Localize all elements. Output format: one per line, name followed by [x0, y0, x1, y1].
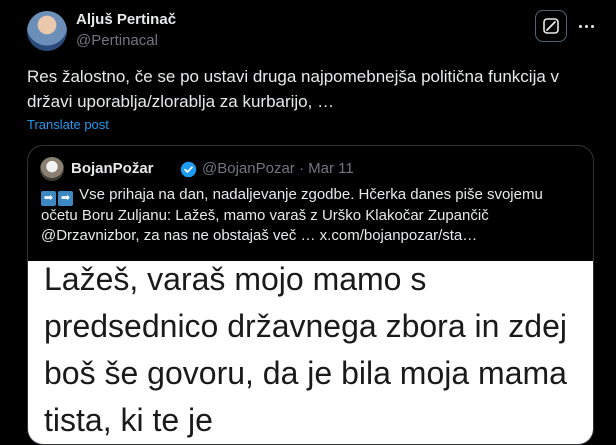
post-text: Res žalostno, če se po ustavi druga najp… [27, 67, 560, 111]
quoted-avatar[interactable] [40, 157, 64, 181]
grok-icon [543, 18, 559, 34]
author-name[interactable]: Aljuš Pertinač [76, 11, 176, 28]
quoted-author-name[interactable]: BojanPožar [71, 160, 154, 177]
verified-badge-icon [180, 161, 197, 178]
quoted-image-text: Lažeš, varaš mojo mamo s predsednico drž… [44, 261, 567, 438]
more-icon [578, 24, 594, 28]
more-button[interactable] [574, 14, 598, 38]
grok-button[interactable] [535, 10, 567, 42]
right-arrow-emoji-icon: ➡ [58, 191, 73, 206]
quoted-image[interactable]: Lažeš, varaš mojo mamo s predsednico drž… [28, 261, 593, 444]
quoted-handle-date[interactable]: @BojanPozar · Mar 11 [202, 160, 354, 177]
quoted-text-body: Vse prihaja na dan, nadaljevanje zgodbe.… [41, 186, 543, 244]
quoted-post[interactable]: BojanPožar @BojanPozar · Mar 11 ➡ ➡ Vse p… [27, 145, 594, 445]
quoted-text: ➡ ➡ Vse prihaja na dan, nadaljevanje zgod… [41, 185, 581, 246]
author-handle[interactable]: @Pertinacal [76, 32, 158, 49]
translate-link[interactable]: Translate post [27, 117, 109, 132]
author-avatar[interactable] [27, 11, 67, 51]
right-arrow-emoji-icon: ➡ [41, 191, 56, 206]
